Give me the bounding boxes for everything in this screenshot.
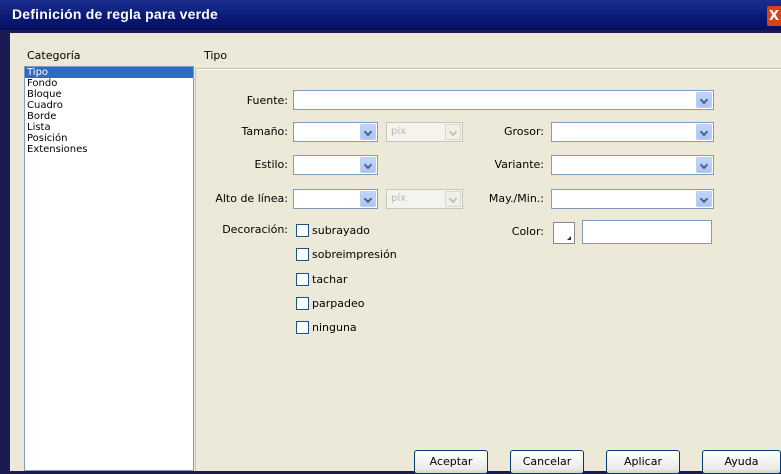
size-label: Tamaño: bbox=[241, 125, 288, 138]
chevron-down-icon[interactable] bbox=[696, 157, 712, 173]
color-picker-button[interactable] bbox=[553, 222, 575, 244]
case-label: May./Min.: bbox=[488, 192, 544, 205]
decoration-blink[interactable]: parpadeo bbox=[296, 294, 364, 312]
cancel-button[interactable]: Cancelar bbox=[510, 450, 584, 474]
category-item-bloque[interactable]: Bloque bbox=[25, 89, 193, 100]
checkbox-label: tachar bbox=[312, 272, 348, 286]
category-item-fondo[interactable]: Fondo bbox=[25, 78, 193, 89]
style-label: Estilo: bbox=[254, 158, 288, 171]
chevron-down-icon[interactable] bbox=[696, 124, 712, 140]
checkbox[interactable] bbox=[296, 223, 309, 237]
decoration-overline[interactable]: sobreimpresión bbox=[296, 245, 397, 263]
category-item-tipo[interactable]: Tipo bbox=[25, 67, 193, 78]
checkbox[interactable] bbox=[296, 272, 309, 286]
category-header: Categoría bbox=[27, 49, 81, 62]
color-label: Color: bbox=[511, 225, 544, 238]
size-select[interactable] bbox=[293, 122, 378, 142]
category-item-cuadro[interactable]: Cuadro bbox=[25, 100, 193, 111]
line-height-unit-value: píx bbox=[391, 193, 407, 204]
checkbox[interactable] bbox=[296, 247, 309, 261]
checkbox[interactable] bbox=[296, 296, 309, 310]
help-button[interactable]: Ayuda bbox=[702, 450, 781, 474]
apply-button[interactable]: Aplicar bbox=[606, 450, 680, 474]
chevron-down-icon[interactable] bbox=[696, 92, 712, 108]
line-height-select[interactable] bbox=[293, 189, 378, 209]
decoration-none[interactable]: ninguna bbox=[296, 318, 357, 336]
chevron-down-icon[interactable] bbox=[360, 124, 376, 140]
category-item-extensiones[interactable]: Extensiones bbox=[25, 144, 193, 155]
chevron-down-icon bbox=[445, 124, 461, 140]
decoration-label: Decoración: bbox=[222, 223, 288, 236]
variant-label: Variante: bbox=[494, 158, 545, 171]
checkbox-label: parpadeo bbox=[312, 296, 365, 310]
close-icon: X bbox=[768, 8, 780, 24]
line-height-label: Alto de línea: bbox=[215, 192, 288, 205]
panel-divider bbox=[195, 68, 196, 471]
category-list[interactable]: Tipo Fondo Bloque Cuadro Borde Lista Pos… bbox=[24, 66, 194, 471]
decoration-strikethrough[interactable]: tachar bbox=[296, 270, 347, 288]
header-divider-highlight bbox=[195, 69, 781, 70]
category-item-lista[interactable]: Lista bbox=[25, 122, 193, 133]
font-label: Fuente: bbox=[246, 94, 288, 107]
accept-button[interactable]: Aceptar bbox=[414, 450, 488, 474]
checkbox-label: subrayado bbox=[312, 223, 370, 237]
chevron-down-icon[interactable] bbox=[360, 157, 376, 173]
title-bar: Definición de regla para verde X bbox=[0, 0, 781, 30]
style-select[interactable] bbox=[293, 155, 378, 175]
checkbox-label: sobreimpresión bbox=[312, 247, 397, 261]
checkbox[interactable] bbox=[296, 320, 309, 334]
size-unit-select: píx bbox=[386, 122, 463, 142]
size-unit-value: píx bbox=[391, 126, 407, 137]
chevron-down-icon bbox=[445, 191, 461, 207]
weight-select[interactable] bbox=[551, 122, 714, 142]
category-item-posicion[interactable]: Posición bbox=[25, 133, 193, 144]
weight-label: Grosor: bbox=[503, 125, 544, 138]
close-button[interactable]: X bbox=[767, 6, 781, 26]
line-height-unit-select: píx bbox=[386, 189, 463, 209]
section-header: Tipo bbox=[204, 49, 228, 62]
variant-select[interactable] bbox=[551, 155, 714, 175]
color-input[interactable] bbox=[582, 220, 712, 244]
case-select[interactable] bbox=[551, 189, 714, 209]
chevron-down-icon[interactable] bbox=[360, 191, 376, 207]
chevron-down-icon[interactable] bbox=[696, 191, 712, 207]
checkbox-label: ninguna bbox=[312, 320, 357, 334]
window-title: Definición de regla para verde bbox=[12, 6, 218, 22]
decoration-underline[interactable]: subrayado bbox=[296, 221, 370, 239]
font-select[interactable] bbox=[293, 90, 714, 110]
category-item-borde[interactable]: Borde bbox=[25, 111, 193, 122]
